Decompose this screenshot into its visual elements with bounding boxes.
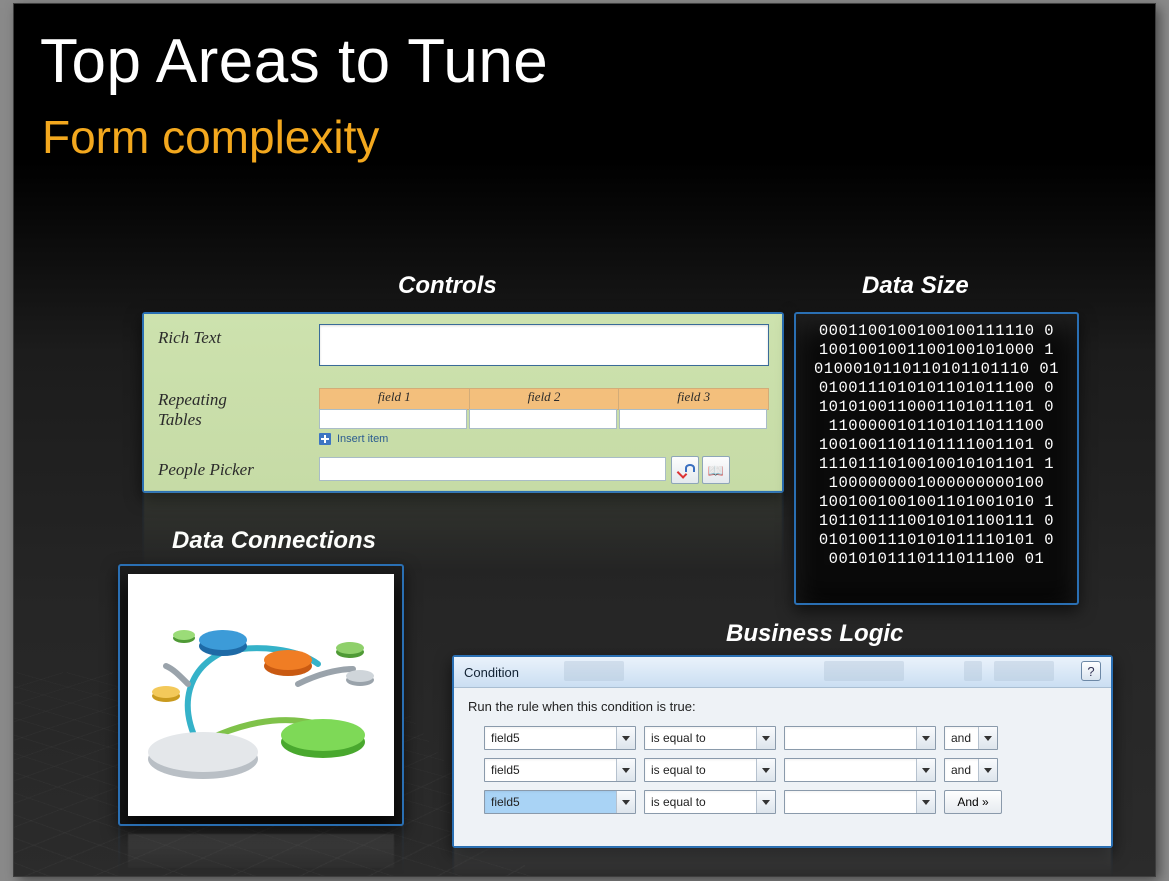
cell-input[interactable] <box>619 409 767 429</box>
businesslogic-reflection <box>452 846 1113 876</box>
blurred-background-item <box>824 661 904 681</box>
field-dropdown[interactable]: field5 <box>484 726 636 750</box>
chevron-down-icon <box>616 727 635 749</box>
conjunction-dropdown[interactable]: and <box>944 758 998 782</box>
chevron-down-icon <box>916 727 935 749</box>
datasize-heading: Data Size <box>862 272 969 300</box>
repeating-table-header: field 1 field 2 field 3 <box>319 388 769 410</box>
value-dropdown[interactable] <box>784 726 936 750</box>
condition-row: field5 is equal to And » <box>484 789 1097 815</box>
binary-text: 0001100100100100111110 0 100100100110010… <box>806 322 1067 595</box>
repeating-table-row <box>319 409 767 429</box>
chevron-down-icon <box>616 759 635 781</box>
dataconnections-graphic <box>128 574 394 816</box>
condition-dialog: Condition ? Run the rule when this condi… <box>454 657 1111 846</box>
chevron-down-icon <box>756 727 775 749</box>
peoplepicker-input[interactable] <box>319 457 666 481</box>
field-dropdown[interactable]: field5 <box>484 758 636 782</box>
check-names-button[interactable] <box>671 456 699 484</box>
operator-dropdown[interactable]: is equal to <box>644 790 776 814</box>
network-diagram-icon <box>128 574 394 816</box>
chevron-down-icon <box>978 759 997 781</box>
controls-panel: Rich Text Repeating Tables field 1 field… <box>142 312 784 493</box>
conjunction-dropdown[interactable]: and <box>944 726 998 750</box>
controls-form: Rich Text Repeating Tables field 1 field… <box>144 314 782 491</box>
column-header-2: field 2 <box>470 389 620 409</box>
chevron-down-icon <box>756 791 775 813</box>
field-dropdown[interactable]: field5 <box>484 790 636 814</box>
chevron-down-icon <box>756 759 775 781</box>
businesslogic-heading: Business Logic <box>726 620 903 648</box>
condition-row: field5 is equal to and <box>484 725 1097 751</box>
condition-row: field5 is equal to and <box>484 757 1097 783</box>
dataconnections-reflection <box>118 824 404 876</box>
repeating-label-1: Repeating <box>158 390 227 410</box>
chevron-down-icon <box>916 759 935 781</box>
help-button[interactable]: ? <box>1081 661 1101 681</box>
controls-heading: Controls <box>398 272 497 300</box>
repeating-label-2: Tables <box>158 410 202 430</box>
peoplepicker-label: People Picker <box>158 460 254 480</box>
blurred-background-item <box>964 661 982 681</box>
condition-instruction: Run the rule when this condition is true… <box>468 699 696 714</box>
addressbook-icon: 📖 <box>708 464 724 477</box>
slide: Top Areas to Tune Form complexity Contro… <box>14 4 1155 876</box>
slide-title: Top Areas to Tune <box>40 26 548 97</box>
value-dropdown[interactable] <box>784 758 936 782</box>
blurred-background-item <box>564 661 624 681</box>
dataconnections-panel <box>118 564 404 826</box>
and-button[interactable]: And » <box>944 790 1002 814</box>
dialog-title: Condition <box>464 665 519 680</box>
cell-input[interactable] <box>319 409 467 429</box>
operator-dropdown[interactable]: is equal to <box>644 758 776 782</box>
slide-subtitle: Form complexity <box>42 110 379 164</box>
businesslogic-panel: Condition ? Run the rule when this condi… <box>452 655 1113 848</box>
controls-reflection <box>142 490 784 572</box>
datasize-panel: 0001100100100100111110 0 100100100110010… <box>794 312 1079 605</box>
checkname-icon <box>678 463 693 478</box>
column-header-1: field 1 <box>320 389 470 409</box>
chevron-down-icon <box>616 791 635 813</box>
richtext-input[interactable] <box>319 324 769 366</box>
column-header-3: field 3 <box>619 389 768 409</box>
blurred-background-item <box>994 661 1054 681</box>
chevron-down-icon <box>916 791 935 813</box>
cell-input[interactable] <box>469 409 617 429</box>
plus-icon <box>319 433 331 445</box>
insert-item-link[interactable]: Insert item <box>319 433 388 445</box>
dialog-titlebar: Condition ? <box>454 657 1111 688</box>
browse-directory-button[interactable]: 📖 <box>702 456 730 484</box>
value-dropdown[interactable] <box>784 790 936 814</box>
richtext-label: Rich Text <box>158 328 221 348</box>
insert-item-label: Insert item <box>337 433 388 445</box>
chevron-down-icon <box>978 727 997 749</box>
operator-dropdown[interactable]: is equal to <box>644 726 776 750</box>
